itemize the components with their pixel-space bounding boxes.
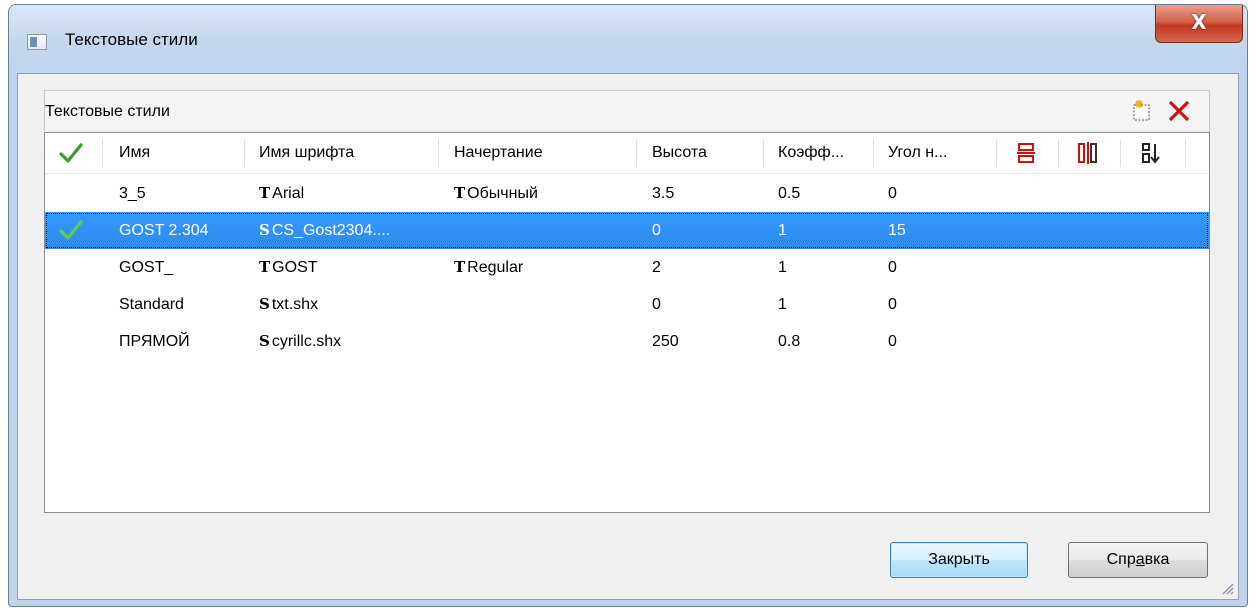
- col-angle-header[interactable]: Угол н...: [888, 133, 947, 173]
- col-style-header[interactable]: Начертание: [454, 133, 543, 173]
- row-font: T Arial: [259, 184, 305, 202]
- delete-style-button[interactable]: [1165, 97, 1193, 125]
- app-window-icon: [27, 34, 47, 50]
- truetype-font-icon: T: [454, 258, 466, 276]
- close-button[interactable]: Закрыть: [890, 542, 1028, 578]
- table-row[interactable]: ПРЯМОЙ Scyrillc.shx 250 0.8 0: [45, 323, 1209, 360]
- col-direction-header[interactable]: [1142, 133, 1162, 173]
- row-height: 0: [652, 222, 661, 239]
- panel-title: Текстовые стили: [45, 103, 170, 120]
- text-width-icon: [1078, 142, 1097, 164]
- text-styles-panel: Текстовые стили Имя Имя шрифта Начертани…: [44, 90, 1210, 513]
- truetype-font-icon: T: [259, 258, 271, 276]
- row-height: 2: [652, 259, 661, 276]
- col-height-header[interactable]: Высота: [652, 133, 707, 173]
- table-row-selected[interactable]: GOST 2.304 S CS_Gost2304.... 0 1 15: [45, 212, 1209, 249]
- row-name: Standard: [119, 296, 184, 313]
- row-style: T Обычный: [454, 184, 538, 202]
- table-header: Имя Имя шрифта Начертание Высота Коэфф..…: [45, 133, 1209, 174]
- row-style: T Regular: [454, 258, 524, 276]
- current-style-check-icon: [59, 220, 83, 240]
- table-row[interactable]: GOST_ T GOST T Regular 2 1 0: [45, 249, 1209, 286]
- check-icon: [59, 143, 83, 163]
- row-factor: 0.5: [778, 185, 801, 202]
- row-name: GOST 2.304: [119, 222, 209, 239]
- styles-table[interactable]: Имя Имя шрифта Начертание Высота Коэфф..…: [44, 132, 1210, 513]
- title-bar[interactable]: Текстовые стили X: [9, 5, 1247, 73]
- text-direction-icon: [1142, 143, 1160, 164]
- delete-icon: [1168, 100, 1190, 122]
- text-align-icon: [1017, 143, 1035, 163]
- shx-font-icon: S: [259, 221, 270, 239]
- text-styles-dialog: Текстовые стили X Текстовые стили Имя Им…: [8, 4, 1248, 607]
- new-style-icon: [1133, 100, 1150, 121]
- row-angle: 0: [888, 333, 897, 350]
- row-name: GOST_: [119, 259, 174, 276]
- dialog-body: Текстовые стили Имя Имя шрифта Начертани…: [17, 73, 1239, 600]
- row-name: ПРЯМОЙ: [119, 333, 190, 350]
- row-angle: 0: [888, 259, 897, 276]
- truetype-font-icon: T: [259, 184, 271, 202]
- col-width-header[interactable]: [1078, 133, 1098, 173]
- window-title: Текстовые стили: [65, 30, 198, 49]
- col-factor-header[interactable]: Коэфф...: [778, 133, 844, 173]
- truetype-font-icon: T: [454, 184, 466, 202]
- window-close-button[interactable]: X: [1155, 5, 1243, 43]
- row-angle: 15: [888, 222, 906, 239]
- row-height: 250: [652, 333, 679, 350]
- col-name-header[interactable]: Имя: [119, 133, 150, 173]
- resize-grip-icon[interactable]: [1220, 581, 1234, 595]
- panel-header: Текстовые стили: [44, 90, 1210, 132]
- table-row[interactable]: Standard Stxt.shx 0 1 0: [45, 286, 1209, 323]
- col-current[interactable]: [53, 133, 93, 173]
- row-angle: 0: [888, 185, 897, 202]
- row-factor: 1: [778, 222, 787, 239]
- row-angle: 0: [888, 296, 897, 313]
- close-icon: X: [1191, 10, 1207, 34]
- new-style-button[interactable]: [1131, 99, 1155, 123]
- row-height: 0: [652, 296, 661, 313]
- row-font: T GOST: [259, 258, 318, 276]
- col-align-header[interactable]: [1017, 133, 1037, 173]
- row-font: Scyrillc.shx: [259, 332, 342, 350]
- col-font-header[interactable]: Имя шрифта: [259, 133, 354, 173]
- help-button[interactable]: Справка: [1068, 542, 1208, 578]
- row-factor: 1: [778, 296, 787, 313]
- row-factor: 1: [778, 259, 787, 276]
- row-font: S CS_Gost2304....: [259, 221, 391, 239]
- shx-font-icon: S: [259, 295, 270, 313]
- table-row[interactable]: 3_5 T Arial T Обычный 3.5 0.5 0: [45, 175, 1209, 212]
- row-font: Stxt.shx: [259, 295, 319, 313]
- shx-font-icon: S: [259, 332, 270, 350]
- row-name: 3_5: [119, 185, 146, 202]
- row-height: 3.5: [652, 185, 675, 202]
- row-factor: 0.8: [778, 333, 801, 350]
